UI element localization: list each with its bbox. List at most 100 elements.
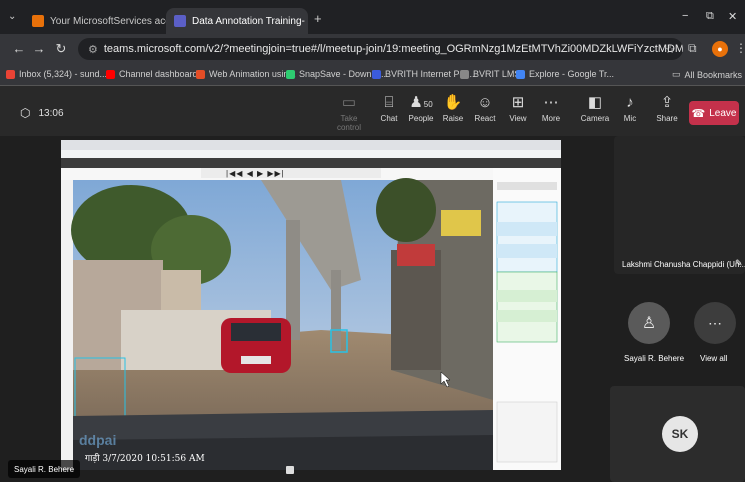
tab-label: Data Annotation Training- Batc: [192, 15, 308, 27]
lms-icon: [460, 69, 469, 79]
meeting-timer: ⬡ 13:06: [20, 106, 64, 120]
meeting-toolbar: ⬡ 13:06 ▭ Take control ⌸ Chat ♟50 People ✋ Rais…: [0, 86, 745, 136]
tab-label: Your MicrosoftServices account: [50, 15, 166, 27]
url-text: teams.microsoft.com/v2/?meetingjoin=true…: [103, 43, 683, 55]
tab-favicon-icon: [32, 15, 44, 27]
toolbar-button-people[interactable]: ♟50 People: [404, 94, 438, 130]
bookmark-bvrit-lms[interactable]: BVRIT LMS: [460, 69, 520, 79]
all-bookmarks[interactable]: ▭ All Bookmarks: [672, 69, 742, 80]
toolbar-button-label: Camera: [580, 114, 610, 123]
toolbar-button-share[interactable]: ⇪ Share: [650, 94, 684, 130]
tab-data-annotation[interactable]: Data Annotation Training- Batc ✕: [166, 8, 308, 34]
presenter-name: Sayali R. Behere: [14, 464, 75, 474]
toolbar-button-label: More: [541, 114, 561, 123]
folder-icon: ▭: [672, 69, 681, 79]
gmail-icon: [6, 69, 15, 79]
toolbar-button-camera[interactable]: ◧ Camera: [578, 94, 612, 130]
avatar-sk: SK: [662, 416, 698, 452]
participant-name: Lakshmi Chanusha Chappidi (Un...: [622, 260, 745, 269]
toolbar-button-view[interactable]: ⊞ View: [501, 94, 535, 130]
person-icon: ♙: [641, 315, 657, 332]
download-icon: [286, 69, 295, 79]
monitor-icon: ▭: [341, 94, 357, 111]
toolbar-button-label: Chat: [380, 114, 398, 123]
reload-icon[interactable]: ↻: [50, 41, 72, 57]
toolbar-button-label: Raise: [442, 114, 464, 123]
dashcam-timestamp: गाड़ी 3/7/2020 10:51:56 AM: [85, 454, 205, 464]
minimize-button[interactable]: −: [682, 10, 688, 22]
view-icon: ⊞: [511, 94, 525, 111]
shield-icon: ⬡: [20, 106, 31, 120]
new-tab-button[interactable]: +: [314, 11, 322, 26]
youtube-icon: [106, 69, 115, 79]
toolbar-button-mic[interactable]: ♪ Mic: [613, 94, 647, 130]
mic-off-icon: ♪: [626, 94, 634, 111]
teams-favicon-icon: [174, 15, 186, 27]
leave-label: Leave: [709, 107, 737, 119]
people-count: 50: [423, 100, 433, 109]
toolbar-button-react[interactable]: ☺ React: [468, 94, 502, 130]
window-close-button[interactable]: ✕: [728, 10, 737, 23]
participant-name-sayali: Sayali R. Behere: [624, 354, 685, 363]
timer-label: 13:06: [38, 107, 64, 119]
toolbar-button-more[interactable]: ⋯ More: [534, 94, 568, 130]
screen-share-indicator[interactable]: [286, 466, 294, 474]
toolbar-button-label: Take control: [336, 114, 361, 132]
maximize-button[interactable]: ⧉: [706, 10, 714, 23]
tab-microsoft-account[interactable]: Your MicrosoftServices account ✕: [24, 8, 166, 34]
pin-icon[interactable]: ✎: [735, 258, 743, 269]
dashcam-watermark: ddpai: [79, 432, 117, 448]
bookmark-channel-dashboard[interactable]: Channel dashboard...: [106, 69, 205, 79]
bvrith-icon: [372, 69, 381, 79]
participant-tile-lakshmi[interactable]: Lakshmi Chanusha Chappidi (Un... ✎: [614, 136, 745, 274]
site-settings-icon[interactable]: ⚙: [88, 43, 98, 56]
browser-menu-icon[interactable]: ⋮: [735, 41, 745, 55]
toolbar-button-label: Share: [656, 114, 678, 123]
bookmark-label: Channel dashboard...: [119, 69, 206, 79]
bookmark-label: Explore - Google Tr...: [529, 69, 615, 79]
bookmark-star-icon[interactable]: ☆: [665, 43, 675, 56]
player-controls: |◀◀ ◀ ▶ ▶▶|: [226, 169, 285, 178]
back-arrow-icon[interactable]: ←: [8, 41, 30, 56]
trends-icon: [516, 69, 525, 79]
address-bar: ← → ↻ ⚙ teams.microsoft.com/v2/?meetingj…: [0, 34, 745, 64]
participants-panel: Lakshmi Chanusha Chappidi (Un... ✎ ♙ Say…: [610, 136, 745, 482]
bookmark-google-trends[interactable]: Explore - Google Tr...: [516, 69, 614, 79]
view-all-label: View all: [700, 354, 728, 363]
shared-screen[interactable]: |◀◀ ◀ ▶ ▶▶| ddpai गाड़ी 3/7/2020 10:51:5…: [61, 140, 561, 470]
toolbar-button-label: People: [408, 114, 434, 123]
presenter-name-label: Sayali R. Behere: [8, 460, 81, 478]
react-icon: ☺: [477, 94, 493, 111]
view-all-button[interactable]: ⋯: [694, 302, 736, 344]
more-icon: ⋯: [708, 314, 722, 331]
all-bookmarks-label: All Bookmarks: [684, 69, 743, 80]
bookmark-label: Inbox (5,324) - sund...: [19, 69, 108, 79]
more-icon: ⋯: [543, 94, 559, 111]
url-field[interactable]: ⚙ teams.microsoft.com/v2/?meetingjoin=tr…: [78, 38, 683, 60]
toolbar-button-label: View: [509, 114, 527, 123]
toolbar-button-raise[interactable]: ✋ Raise: [436, 94, 470, 130]
phone-hangup-icon: ☎: [691, 107, 706, 120]
toolbar-button-take-control[interactable]: ▭ Take control: [332, 94, 366, 132]
toolbar-button-label: React: [474, 114, 496, 123]
bookmark-label: BVRIT LMS: [473, 69, 521, 79]
tab-search-icon[interactable]: ⌄: [8, 11, 16, 22]
bookmarks-bar: Inbox (5,324) - sund... Channel dashboar…: [0, 64, 745, 86]
shared-screen-content: [61, 140, 561, 470]
profile-avatar[interactable]: ●: [712, 41, 728, 57]
participant-avatar-sayali[interactable]: ♙: [628, 302, 670, 344]
forward-arrow-icon[interactable]: →: [28, 41, 50, 56]
html-icon: [196, 69, 205, 79]
raise-hand-icon: ✋: [443, 94, 463, 111]
chat-icon: ⌸: [384, 94, 394, 111]
share-icon: ⇪: [660, 94, 674, 111]
camera-off-icon: ◧: [587, 94, 603, 111]
toolbar-button-chat[interactable]: ⌸ Chat: [372, 94, 406, 130]
bookmark-inbox[interactable]: Inbox (5,324) - sund...: [6, 69, 107, 79]
participant-tile-sk[interactable]: SK: [610, 386, 745, 482]
extensions-icon[interactable]: ⧉: [688, 41, 697, 56]
bookmark-web-animation[interactable]: Web Animation usin...: [196, 69, 296, 79]
browser-tab-bar: ⌄ Your MicrosoftServices account ✕ Data …: [0, 0, 745, 34]
leave-button[interactable]: ☎ Leave: [689, 101, 739, 125]
bookmark-label: Web Animation usin...: [209, 69, 296, 79]
